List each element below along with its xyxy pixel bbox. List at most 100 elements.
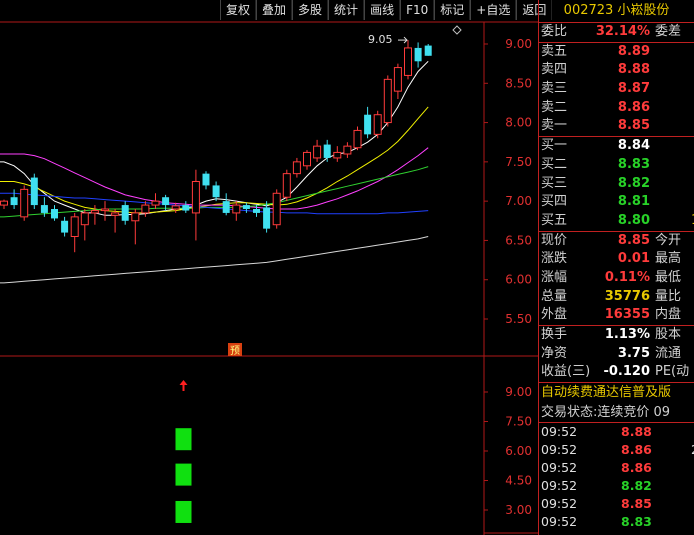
tick-list[interactable]: 09:528.8809:528.86209:528.8609:528.8209:… <box>539 423 694 531</box>
multi-stock-button[interactable]: 多股 <box>292 0 329 20</box>
candle <box>111 212 120 216</box>
quote-row-label: 总量 <box>541 288 568 304</box>
candle <box>333 151 342 159</box>
candle <box>393 67 402 92</box>
quote-row: 外盘 16355 内盘 <box>539 306 694 325</box>
quote-row-label2: 内盘 <box>655 307 682 323</box>
f10-button[interactable]: F10 <box>400 0 435 20</box>
buy-row-value: 8.83 <box>617 156 650 172</box>
buy-row: 买五8.801 <box>539 212 694 231</box>
quote-row-value: 35776 <box>604 288 650 304</box>
quote-row-label: 现价 <box>541 232 568 248</box>
candle <box>202 173 210 186</box>
candle <box>182 205 190 211</box>
signal-bar <box>175 428 192 451</box>
candle <box>10 197 18 206</box>
candle <box>131 212 140 222</box>
sell-row-value: 8.86 <box>617 99 650 115</box>
quote-row-label2: 最低 <box>655 269 682 285</box>
price-tick-label: 8.50 <box>505 76 532 90</box>
weibi-row: 委比 32.14% 委差 <box>539 23 694 42</box>
tick-row: 09:52 8.86 <box>539 459 694 477</box>
tick-price: 8.83 <box>621 514 652 530</box>
buy-row: 买四 8.81 <box>539 193 694 212</box>
candle <box>253 209 260 213</box>
candle <box>343 145 352 155</box>
indicator-tick-label: 7.50 <box>505 415 532 429</box>
sell-row: 卖一 8.85 <box>539 117 694 136</box>
candle <box>70 216 79 238</box>
buy-row-value: 8.82 <box>617 175 650 191</box>
tick-time: 09:52 <box>541 442 578 458</box>
ticker-banner[interactable]: 自动续费通达信普及版 <box>539 383 694 403</box>
tick-time: 09:52 <box>541 460 578 476</box>
sell-row-label: 卖三 <box>541 81 568 97</box>
ma120-line <box>0 236 429 284</box>
quote-row-label2: 今开 <box>655 232 682 248</box>
fundamental-row: 收益(三) -0.120 PE(动 <box>539 363 694 382</box>
tick-price: 8.82 <box>621 478 652 494</box>
buy-row-value: 8.80 <box>617 212 650 228</box>
candle <box>151 200 160 206</box>
restore-rights-button[interactable]: 复权 <box>220 0 257 20</box>
candle <box>20 188 29 218</box>
buy-orders: 买一8.84买二8.83买三8.82买四8.81买五8.801 <box>539 137 694 230</box>
price-axis: 9.00 8.50 8.00 7.50 7.00 6.50 6.00 5.50 <box>484 37 532 326</box>
tick-time: 09:52 <box>541 478 578 494</box>
candle <box>101 208 109 212</box>
weibi-value: 32.14% <box>595 24 650 39</box>
candle <box>232 204 241 214</box>
stock-name: 小崧股份 <box>617 3 670 18</box>
candle <box>90 210 99 214</box>
sell-row-label: 卖二 <box>541 99 568 115</box>
quote-row-value: 16355 <box>604 307 650 323</box>
fundamental-row: 换手 1.13% 股本 <box>539 326 694 345</box>
chart-marks: 9.05 预 <box>228 25 462 357</box>
candle <box>263 207 271 229</box>
price-tick-label: 6.50 <box>505 233 532 247</box>
candle <box>282 173 291 198</box>
tick-price: 8.88 <box>621 424 652 440</box>
quote-row-label: 涨跌 <box>541 251 568 267</box>
fundamental-row-label: 净资 <box>541 345 568 361</box>
high-price-label: 9.05 <box>368 33 393 46</box>
tick-row: 09:52 8.83 <box>539 513 694 531</box>
fundamental-row-label2: 流通 <box>655 345 682 361</box>
sell-row-label: 卖五 <box>541 43 568 59</box>
kline-chart[interactable]: 9.00 8.50 8.00 7.50 7.00 6.50 6.00 5.50 9.00 7.5… <box>0 0 538 535</box>
sell-row: 卖五 8.89 <box>539 43 694 62</box>
add-watchlist-button[interactable]: +自选 <box>470 0 517 20</box>
quote-row-value: 0.11% <box>604 269 650 285</box>
overlay-button[interactable]: 叠加 <box>256 0 293 20</box>
tick-time: 09:52 <box>541 514 578 530</box>
fundamental-row-value: 3.75 <box>617 345 650 361</box>
candle <box>272 192 281 226</box>
candle <box>162 197 170 206</box>
draw-line-button[interactable]: 画线 <box>364 0 401 20</box>
price-tick-label: 7.50 <box>505 155 532 169</box>
candle <box>313 145 322 159</box>
buy-row-label: 买五 <box>541 212 568 228</box>
quote-row: 涨跌 0.01 最高 <box>539 250 694 269</box>
sell-row-value: 8.87 <box>617 81 650 97</box>
tick-time: 09:52 <box>541 496 578 512</box>
sell-row-value: 8.88 <box>617 62 650 78</box>
buy-row: 买二 8.83 <box>539 156 694 175</box>
candle <box>303 151 311 167</box>
quote-row-label2: 量比 <box>655 288 682 304</box>
diamond-icon <box>452 25 462 35</box>
fundamental-stats: 换手 1.13% 股本 净资 3.75 流通收益(三) -0.120 PE(动 <box>539 326 694 382</box>
mark-button[interactable]: 标记 <box>434 0 471 20</box>
candle <box>424 45 432 56</box>
candle <box>414 47 422 62</box>
price-tick-label: 5.50 <box>505 312 532 326</box>
tick-row: 09:52 8.88 <box>539 423 694 441</box>
trade-status: 交易状态:连续竞价 09 <box>541 405 671 421</box>
fundamental-row-label: 收益(三) <box>541 364 591 380</box>
fundamental-row-value: 1.13% <box>604 327 650 342</box>
buy-row: 买三 8.82 <box>539 175 694 194</box>
buy-row-value: 8.84 <box>617 138 650 154</box>
candlesticks[interactable] <box>0 40 432 253</box>
price-tick-label: 7.00 <box>505 194 532 208</box>
statistics-button[interactable]: 统计 <box>328 0 365 20</box>
